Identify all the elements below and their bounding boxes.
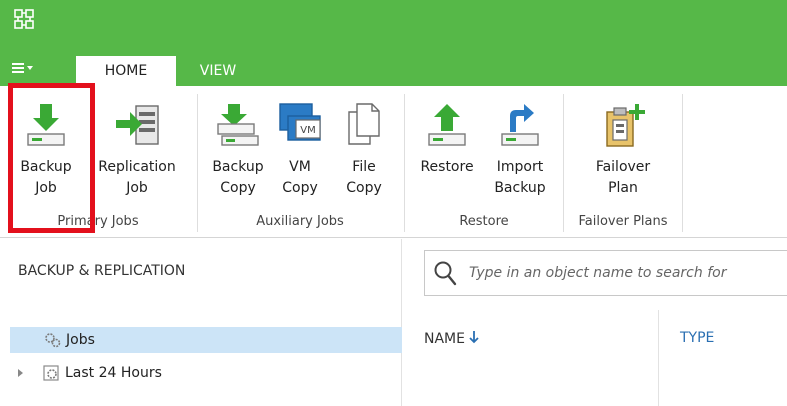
import-backup-icon [501, 104, 539, 146]
chevron-down-icon [27, 66, 33, 70]
backup-copy-button[interactable]: Backup Copy [206, 86, 270, 214]
main-menu-button[interactable] [12, 57, 48, 79]
ribbon: Backup Job Replication Job Primary Jobs … [0, 86, 787, 238]
expand-arrow-icon[interactable] [18, 369, 23, 377]
failover-plan-button[interactable]: Failover Plan [580, 86, 666, 214]
navigation-panel: BACKUP & REPLICATION Jobs Last 24 Hours [0, 239, 402, 406]
failover-plan-icon [606, 104, 645, 147]
tree-item-last-24-hours[interactable]: Last 24 Hours [10, 360, 402, 386]
import-backup-button[interactable]: Import Backup [486, 86, 554, 214]
ribbon-tab-bar: HOME VIEW [0, 48, 787, 86]
import-backup-label-2: Backup [494, 180, 546, 196]
group-label-auxiliary-jobs: Auxiliary Jobs [256, 214, 344, 229]
vm-copy-label-2: Copy [282, 180, 318, 196]
failover-plan-label-1: Failover [595, 159, 651, 175]
tab-home[interactable]: HOME [76, 56, 176, 86]
import-backup-label-1: Import [496, 159, 544, 175]
file-copy-label-2: Copy [346, 180, 382, 196]
search-input[interactable] [469, 259, 787, 287]
ribbon-separator [563, 94, 564, 232]
tree-item-jobs[interactable]: Jobs [10, 327, 402, 353]
tab-view[interactable]: VIEW [186, 56, 250, 86]
restore-icon [428, 104, 466, 146]
replication-job-label-1: Replication [98, 159, 176, 175]
ribbon-separator [197, 94, 198, 232]
sort-descending-icon [469, 331, 480, 344]
vm-copy-label-1: VM [289, 159, 311, 175]
group-label-restore: Restore [459, 214, 509, 229]
vm-copy-button[interactable]: VM VM Copy [276, 86, 324, 214]
vm-copy-icon: VM [279, 103, 321, 141]
column-header-name[interactable]: NAME [424, 330, 480, 347]
panel-header: BACKUP & REPLICATION [18, 263, 186, 279]
hamburger-icon [12, 63, 24, 73]
vm-badge-text: VM [300, 125, 315, 136]
replication-job-label-2: Job [126, 180, 148, 196]
highlight-box [8, 83, 95, 233]
backup-copy-label-1: Backup [212, 159, 264, 175]
tree-item-label: Last 24 Hours [65, 365, 162, 381]
file-copy-button[interactable]: File Copy [340, 86, 388, 214]
restore-label-1: Restore [420, 159, 474, 175]
group-label-failover-plans: Failover Plans [578, 214, 668, 229]
backup-copy-label-2: Copy [220, 180, 256, 196]
jobs-gear-icon [45, 333, 61, 348]
restore-button[interactable]: Restore [412, 86, 482, 214]
app-logo-icon [14, 9, 34, 29]
file-copy-label-1: File [352, 159, 376, 175]
file-copy-icon [348, 103, 380, 145]
column-separator [658, 310, 659, 406]
search-icon [434, 261, 457, 286]
title-bar [0, 0, 787, 48]
history-gear-icon [43, 365, 59, 381]
tree-item-label: Jobs [66, 332, 95, 348]
replication-job-button[interactable]: Replication Job [88, 86, 186, 214]
backup-copy-icon [217, 104, 259, 146]
ribbon-separator [404, 94, 405, 232]
failover-plan-label-2: Plan [608, 180, 638, 196]
column-header-type[interactable]: TYPE [680, 330, 714, 346]
ribbon-separator [682, 94, 683, 232]
replication-job-icon [116, 105, 159, 145]
search-box [424, 250, 787, 296]
